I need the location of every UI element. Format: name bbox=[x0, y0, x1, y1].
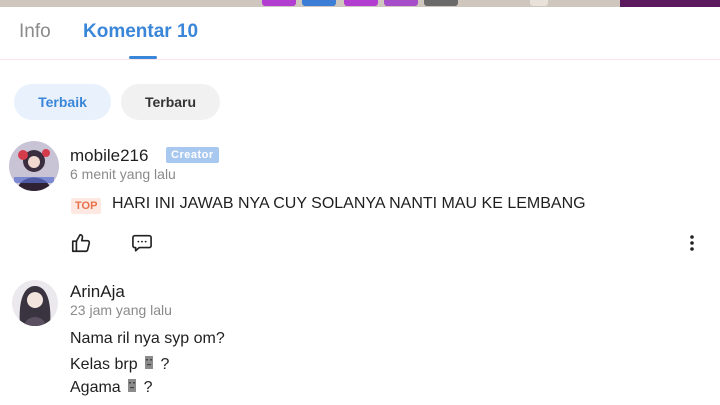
like-icon[interactable] bbox=[70, 232, 92, 259]
sort-best-button[interactable]: Terbaik bbox=[14, 84, 111, 120]
reply-icon[interactable] bbox=[131, 233, 153, 258]
comment-line-text: ? bbox=[143, 379, 153, 396]
video-thumbnail bbox=[302, 0, 336, 6]
comment-line: Kelas brp ? bbox=[70, 354, 169, 374]
sort-newest-button[interactable]: Terbaru bbox=[121, 84, 220, 120]
creator-badge: Creator bbox=[166, 147, 219, 163]
more-options-icon[interactable] bbox=[686, 233, 698, 258]
avatar[interactable] bbox=[9, 141, 59, 191]
comment-line-text: Agama bbox=[70, 379, 121, 396]
moai-icon bbox=[126, 377, 138, 394]
comment-username[interactable]: ArinAja bbox=[70, 282, 125, 302]
comment-line-text: ? bbox=[160, 356, 170, 373]
video-thumbnail bbox=[384, 0, 418, 6]
video-thumbnail bbox=[262, 0, 296, 6]
comment-line: Nama ril nya syp om? bbox=[70, 330, 225, 347]
tab-komentar[interactable]: Komentar 10 bbox=[83, 21, 198, 43]
tab-bar: Info Komentar 10 bbox=[0, 7, 720, 60]
video-thumbnail bbox=[424, 0, 458, 6]
comment-text: HARI INI JAWAB NYA CUY SOLANYA NANTI MAU… bbox=[112, 195, 586, 212]
comment-line-text: Kelas brp bbox=[70, 356, 138, 373]
comment-timestamp: 6 menit yang lalu bbox=[70, 166, 176, 182]
comment-timestamp: 23 jam yang lalu bbox=[70, 302, 172, 318]
avatar[interactable] bbox=[12, 280, 58, 326]
video-thumbnail bbox=[344, 0, 378, 6]
video-thumbnail bbox=[530, 0, 548, 6]
video-overlay-bar bbox=[620, 0, 720, 7]
tab-info[interactable]: Info bbox=[19, 21, 51, 43]
top-badge: TOP bbox=[71, 198, 102, 214]
comment-username[interactable]: mobile216 bbox=[70, 146, 148, 166]
video-player-strip bbox=[0, 0, 720, 7]
moai-icon bbox=[143, 354, 155, 371]
active-tab-indicator bbox=[129, 56, 157, 59]
comment-line: Agama ? bbox=[70, 377, 153, 397]
